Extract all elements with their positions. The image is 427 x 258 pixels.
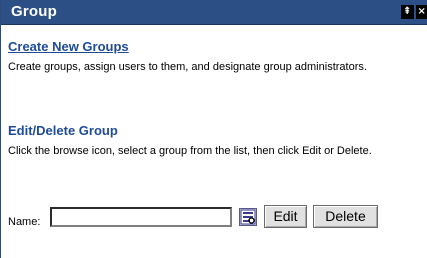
- browse-icon[interactable]: [239, 208, 257, 226]
- create-new-groups-link[interactable]: Create New Groups: [8, 39, 129, 54]
- edit-button[interactable]: Edit: [264, 205, 307, 228]
- title-bar-controls: ⇞ ×: [401, 5, 427, 19]
- delete-button[interactable]: Delete: [313, 205, 378, 228]
- panel-title: Group: [11, 3, 57, 20]
- edit-delete-group-heading: Edit/Delete Group: [8, 123, 118, 138]
- close-icon[interactable]: ×: [415, 5, 427, 19]
- name-label: Name:: [8, 216, 41, 228]
- edit-delete-description: Click the browse icon, select a group fr…: [8, 145, 372, 157]
- pin-icon[interactable]: ⇞: [401, 5, 414, 19]
- create-groups-description: Create groups, assign users to them, and…: [8, 61, 367, 73]
- group-name-input[interactable]: [50, 207, 232, 227]
- group-panel: Group ⇞ × Create New Groups Create group…: [0, 0, 427, 258]
- title-bar: Group ⇞ ×: [1, 0, 427, 25]
